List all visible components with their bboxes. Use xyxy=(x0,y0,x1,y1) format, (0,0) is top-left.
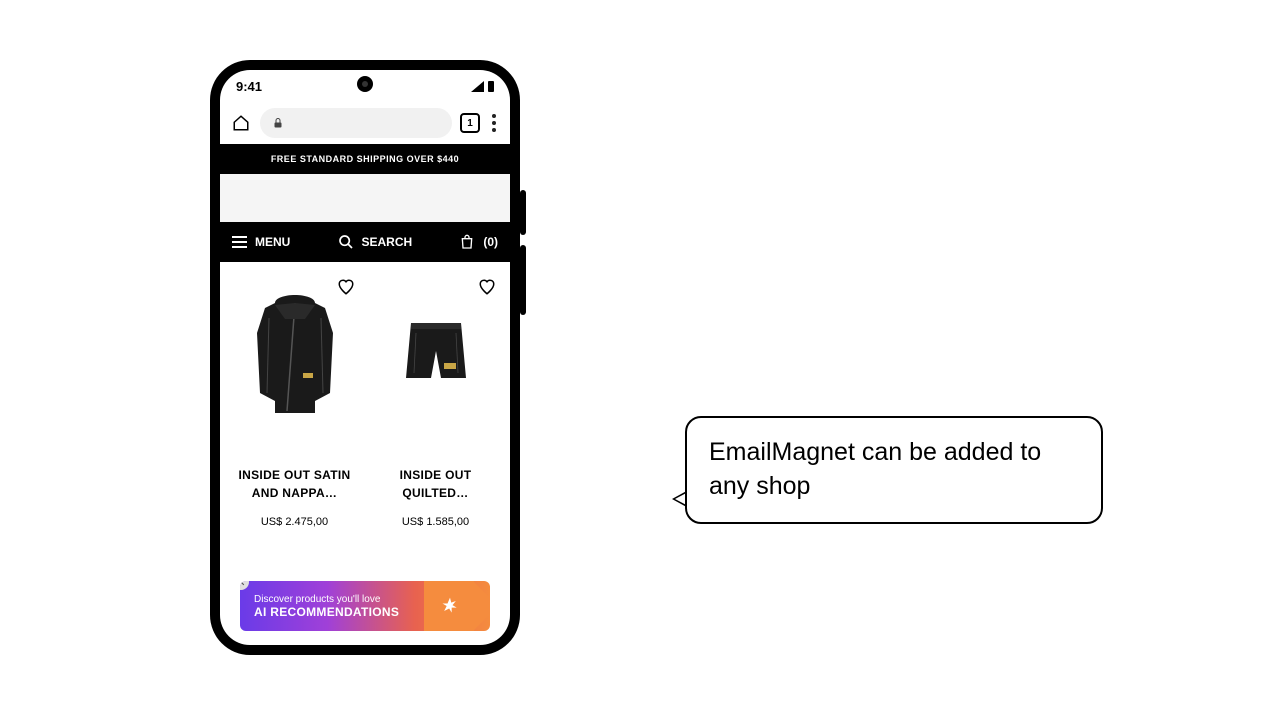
browser-toolbar: 1 xyxy=(220,102,510,144)
battery-icon xyxy=(488,81,494,92)
product-image xyxy=(376,278,496,438)
product-card[interactable]: INSIDE OUT QUILTED… US$ 1.585,00 xyxy=(369,278,502,562)
tab-count: 1 xyxy=(467,118,473,129)
site-nav: MENU SEARCH (0) xyxy=(220,222,510,262)
search-button[interactable]: SEARCH xyxy=(338,234,413,250)
search-label: SEARCH xyxy=(362,235,413,249)
product-image xyxy=(235,278,355,438)
front-camera xyxy=(357,76,373,92)
wishlist-button[interactable] xyxy=(337,278,357,298)
lock-icon xyxy=(272,117,284,129)
shipping-banner: FREE STANDARD SHIPPING OVER $440 xyxy=(220,144,510,174)
search-icon xyxy=(338,234,354,250)
cart-count: (0) xyxy=(483,235,498,249)
product-price: US$ 2.475,00 xyxy=(261,516,328,528)
bag-icon xyxy=(459,234,475,250)
callout-text: EmailMagnet can be added to any shop xyxy=(709,438,1041,500)
close-icon: ✕ xyxy=(240,581,246,589)
product-title: INSIDE OUT SATIN AND NAPPA… xyxy=(239,466,351,502)
status-icons xyxy=(471,81,494,92)
product-grid: INSIDE OUT SATIN AND NAPPA… US$ 2.475,00 xyxy=(220,262,510,562)
close-button[interactable]: ✕ xyxy=(240,581,249,590)
product-card[interactable]: INSIDE OUT SATIN AND NAPPA… US$ 2.475,00 xyxy=(228,278,361,562)
menu-button[interactable]: MENU xyxy=(232,235,290,249)
home-button[interactable] xyxy=(230,112,252,134)
hamburger-icon xyxy=(232,236,247,248)
signal-icon xyxy=(471,81,484,92)
magic-wand-icon xyxy=(438,594,462,618)
status-time: 9:41 xyxy=(236,79,262,94)
phone-side-button xyxy=(520,190,526,235)
tabs-button[interactable]: 1 xyxy=(460,113,480,133)
menu-label: MENU xyxy=(255,235,290,249)
ai-banner-arrow xyxy=(410,581,490,631)
phone-screen: 9:41 1 xyxy=(220,70,510,645)
product-title: INSIDE OUT QUILTED… xyxy=(400,466,472,502)
product-price: US$ 1.585,00 xyxy=(402,516,469,528)
phone-frame: 9:41 1 xyxy=(210,60,520,655)
ai-banner-title: AI RECOMMENDATIONS xyxy=(254,605,399,619)
url-bar[interactable] xyxy=(260,108,452,138)
phone-side-button xyxy=(520,245,526,315)
callout-bubble: EmailMagnet can be added to any shop xyxy=(685,416,1103,524)
wishlist-button[interactable] xyxy=(478,278,498,298)
ai-banner-subtitle: Discover products you'll love xyxy=(254,594,399,605)
ai-recommendations-banner[interactable]: ✕ Discover products you'll love AI RECOM… xyxy=(240,581,490,631)
cart-button[interactable]: (0) xyxy=(459,234,498,250)
more-menu-button[interactable] xyxy=(488,114,500,132)
status-bar: 9:41 xyxy=(220,70,510,102)
site-header xyxy=(220,174,510,222)
